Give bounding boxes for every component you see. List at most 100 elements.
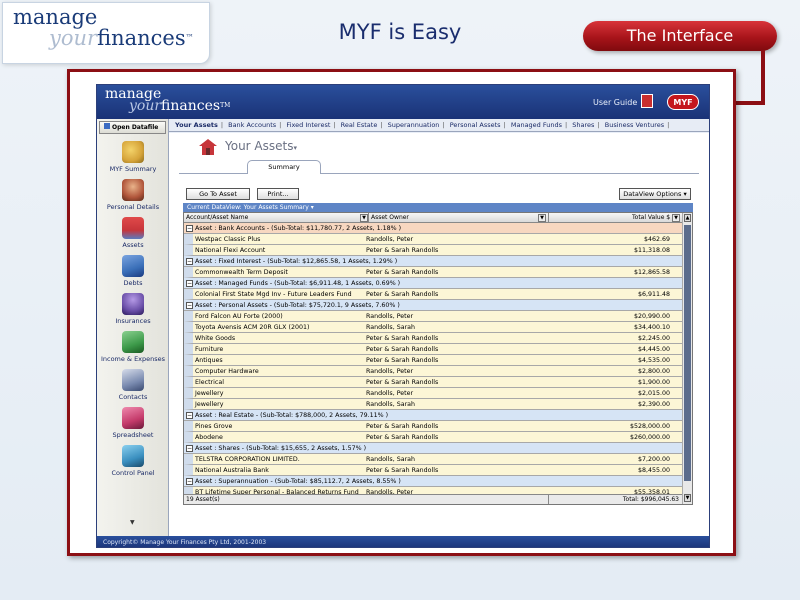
table-row[interactable]: Furniture Peter & Sarah Randolls $4,445.00 bbox=[184, 344, 682, 355]
myf-badge[interactable]: MYF bbox=[667, 94, 699, 110]
name-filter-dropdown-icon[interactable]: ▼ bbox=[360, 214, 368, 222]
sidebar-scroll-down-icon[interactable]: ▼ bbox=[130, 519, 135, 526]
asset-name-cell: National Flexi Account bbox=[195, 247, 266, 254]
sidebar-item-assets[interactable]: Assets bbox=[97, 217, 169, 249]
chevron-down-icon: ▾ bbox=[310, 204, 314, 211]
logo-trademark: ™ bbox=[185, 33, 194, 42]
tab-managed-funds[interactable]: Managed Funds bbox=[511, 121, 562, 129]
grid-body: − Asset : Bank Accounts - (Sub-Total: $11… bbox=[184, 223, 682, 495]
print-button[interactable]: Print... bbox=[257, 188, 299, 200]
group-header-text: Asset : Managed Funds - (Sub-Total: $6,9… bbox=[195, 280, 401, 287]
tab-your-assets[interactable]: Your Assets bbox=[175, 121, 218, 129]
table-row[interactable]: Abodene Peter & Sarah Randolls $260,000.00 bbox=[184, 432, 682, 443]
group-header-row[interactable]: − Asset : Superannuation - (Sub-Total: $8… bbox=[184, 476, 682, 487]
group-header-row[interactable]: − Asset : Bank Accounts - (Sub-Total: $11… bbox=[184, 223, 682, 234]
app-logo-finances: finances bbox=[161, 98, 221, 114]
contacts-icon bbox=[122, 369, 144, 391]
column-header-owner[interactable]: Asset Owner bbox=[371, 213, 409, 223]
page-title[interactable]: Your Assets▾ bbox=[225, 139, 297, 153]
tab-shares[interactable]: Shares bbox=[572, 121, 594, 129]
scroll-up-icon[interactable]: ▲ bbox=[684, 214, 691, 222]
current-dataview-selector[interactable]: Current DataView: Your Assets Summary ▾ bbox=[183, 203, 693, 212]
asset-owner-cell: Peter & Sarah Randolls bbox=[366, 467, 439, 474]
open-datafile-label: Open Datafile bbox=[112, 124, 159, 131]
table-row[interactable]: Electrical Peter & Sarah Randolls $1,900.0… bbox=[184, 377, 682, 388]
sidebar-item-control-panel[interactable]: Control Panel bbox=[97, 445, 169, 477]
tab-bank-accounts[interactable]: Bank Accounts bbox=[228, 121, 276, 129]
group-header-row[interactable]: − Asset : Personal Assets - (Sub-Total: $… bbox=[184, 300, 682, 311]
sidebar-item-income-expenses[interactable]: Income & Expenses bbox=[97, 331, 169, 363]
asset-owner-cell: Randolls, Peter bbox=[366, 390, 414, 397]
owner-filter-dropdown-icon[interactable]: ▼ bbox=[538, 214, 546, 222]
summary-icon bbox=[122, 141, 144, 163]
table-row[interactable]: Jewellery Randolls, Sarah $2,390.00 bbox=[184, 399, 682, 410]
table-row[interactable]: Ford Falcon AU Forte (2000) Randolls, Pet… bbox=[184, 311, 682, 322]
scroll-down-icon[interactable]: ▼ bbox=[684, 494, 691, 502]
grid-header: Account/Asset Name ▼ Asset Owner ▼ Total… bbox=[184, 213, 682, 223]
table-row[interactable]: Colonial First State Mgd Inv - Future Le… bbox=[184, 289, 682, 300]
sidebar-item-contacts[interactable]: Contacts bbox=[97, 369, 169, 401]
group-header-text: Asset : Bank Accounts - (Sub-Total: $11,… bbox=[195, 225, 402, 232]
asset-value-cell: $20,990.00 bbox=[633, 313, 670, 320]
asset-owner-cell: Peter & Sarah Randolls bbox=[366, 357, 439, 364]
user-guide-link[interactable]: User Guide bbox=[593, 98, 637, 107]
sidebar-item-debts[interactable]: Debts bbox=[97, 255, 169, 287]
column-header-name[interactable]: Account/Asset Name bbox=[186, 213, 248, 223]
sidebar: Open Datafile MYF Summary Personal Detai… bbox=[97, 119, 169, 536]
table-row[interactable]: Pines Grove Peter & Sarah Randolls $528,00… bbox=[184, 421, 682, 432]
table-row[interactable]: Jewellery Randolls, Peter $2,015.00 bbox=[184, 388, 682, 399]
go-to-asset-button[interactable]: Go To Asset bbox=[186, 188, 250, 200]
asset-name-cell: Abodene bbox=[195, 434, 223, 441]
dataview-options-button[interactable]: DataView Options ▾ bbox=[619, 188, 691, 200]
user-guide-book-icon[interactable] bbox=[641, 94, 653, 108]
asset-value-cell: $8,455.00 bbox=[637, 467, 670, 474]
asset-owner-cell: Randolls, Sarah bbox=[366, 324, 416, 331]
tab-superannuation[interactable]: Superannuation bbox=[388, 121, 440, 129]
group-header-row[interactable]: − Asset : Fixed Interest - (Sub-Total: $1… bbox=[184, 256, 682, 267]
sidebar-item-insurances[interactable]: Insurances bbox=[97, 293, 169, 325]
table-row[interactable]: Toyota Avensis ACM 20R GLX (2001) Randoll… bbox=[184, 322, 682, 333]
asset-value-cell: $2,800.00 bbox=[637, 368, 670, 375]
tab-bar: Your Assets | Bank Accounts | Fixed Intere… bbox=[169, 119, 709, 132]
table-row[interactable]: Antiques Peter & Sarah Randolls $4,535.00 bbox=[184, 355, 682, 366]
collapse-group-icon[interactable]: − bbox=[186, 258, 193, 265]
asset-value-cell: $2,245.00 bbox=[637, 335, 670, 342]
tab-fixed-interest[interactable]: Fixed Interest bbox=[286, 121, 330, 129]
tab-summary[interactable]: Summary bbox=[247, 160, 321, 174]
asset-name-cell: Jewellery bbox=[195, 390, 224, 397]
column-header-value[interactable]: Total Value $ bbox=[632, 213, 670, 223]
collapse-group-icon[interactable]: − bbox=[186, 445, 193, 452]
group-header-row[interactable]: − Asset : Shares - (Sub-Total: $15,655, 2… bbox=[184, 443, 682, 454]
table-row[interactable]: Westpac Classic Plus Randolls, Peter $462.… bbox=[184, 234, 682, 245]
tab-real-estate[interactable]: Real Estate bbox=[341, 121, 378, 129]
sidebar-item-personal-details[interactable]: Personal Details bbox=[97, 179, 169, 211]
tab-business-ventures[interactable]: Business Ventures bbox=[605, 121, 664, 129]
collapse-group-icon[interactable]: − bbox=[186, 280, 193, 287]
table-row[interactable]: National Flexi Account Peter & Sarah Rand… bbox=[184, 245, 682, 256]
value-filter-dropdown-icon[interactable]: ▼ bbox=[672, 214, 680, 222]
tab-personal-assets[interactable]: Personal Assets bbox=[450, 121, 501, 129]
page-title-text: Your Assets bbox=[225, 139, 294, 153]
scroll-thumb[interactable] bbox=[684, 225, 691, 481]
asset-value-cell: $2,015.00 bbox=[637, 390, 670, 397]
table-row[interactable]: Commonwealth Term Deposit Peter & Sarah R… bbox=[184, 267, 682, 278]
collapse-group-icon[interactable]: − bbox=[186, 412, 193, 419]
group-header-row[interactable]: − Asset : Real Estate - (Sub-Total: $788,… bbox=[184, 410, 682, 421]
asset-value-cell: $4,445.00 bbox=[637, 346, 670, 353]
collapse-group-icon[interactable]: − bbox=[186, 302, 193, 309]
collapse-group-icon[interactable]: − bbox=[186, 478, 193, 485]
table-row[interactable]: White Goods Peter & Sarah Randolls $2,245.… bbox=[184, 333, 682, 344]
open-datafile-button[interactable]: Open Datafile bbox=[99, 121, 166, 134]
table-row[interactable]: National Australia Bank Peter & Sarah Ran… bbox=[184, 465, 682, 476]
sidebar-item-myf-summary[interactable]: MYF Summary bbox=[97, 141, 169, 173]
group-header-text: Asset : Personal Assets - (Sub-Total: $7… bbox=[195, 302, 400, 309]
sidebar-item-spreadsheet[interactable]: Spreadsheet bbox=[97, 407, 169, 439]
group-header-row[interactable]: − Asset : Managed Funds - (Sub-Total: $6,… bbox=[184, 278, 682, 289]
logo-word-manage: manage bbox=[13, 5, 98, 29]
collapse-group-icon[interactable]: − bbox=[186, 225, 193, 232]
table-row[interactable]: TELSTRA CORPORATION LIMITED. Randolls, Sa… bbox=[184, 454, 682, 465]
table-row[interactable]: Computer Hardware Randolls, Peter $2,800.0… bbox=[184, 366, 682, 377]
asset-owner-cell: Peter & Sarah Randolls bbox=[366, 247, 439, 254]
assets-house-icon bbox=[199, 139, 217, 155]
grid-vertical-scrollbar[interactable]: ▲ ▼ bbox=[682, 213, 692, 504]
